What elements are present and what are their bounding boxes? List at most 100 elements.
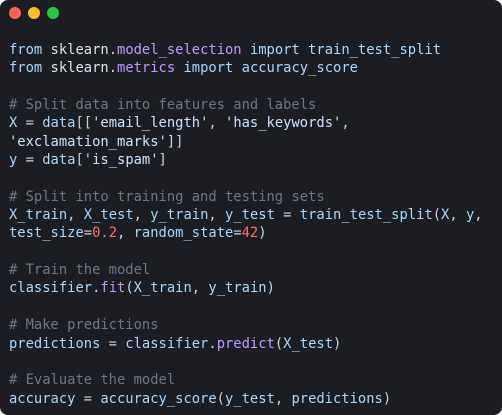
code-token: . — [108, 60, 118, 77]
code-token: = — [274, 207, 300, 224]
code-token: # Split into training and testing sets — [9, 188, 325, 205]
code-token: ]] — [166, 133, 184, 150]
code-token: predictions — [291, 390, 383, 407]
code-line: classifier.fit(X_train, y_train) — [9, 279, 497, 297]
code-line: from sklearn.metrics import accuracy_sco… — [9, 59, 497, 77]
code-token: X_test — [83, 207, 134, 224]
code-token: y_train — [208, 280, 267, 297]
code-token: [ — [75, 152, 84, 169]
code-token: X_train — [133, 280, 192, 297]
code-token: = — [17, 152, 43, 169]
code-token: 'has_keywords' — [225, 115, 342, 132]
code-token: = — [17, 115, 43, 132]
code-token: # Train the model — [9, 262, 151, 279]
code-token: , — [274, 390, 292, 407]
code-token: data — [42, 115, 76, 132]
code-token: accuracy_score — [100, 390, 217, 407]
code-token: sklearn — [50, 42, 109, 58]
code-token: classifier — [9, 280, 93, 297]
minimize-button[interactable] — [28, 7, 40, 19]
code-token: ( — [274, 335, 284, 352]
code-token: X_train — [9, 207, 68, 224]
code-token: ) — [333, 335, 342, 352]
code-token: y_train — [150, 207, 209, 224]
code-token: train_test_split — [308, 42, 441, 58]
code-token: fit — [100, 280, 126, 297]
code-token: , — [449, 207, 466, 224]
code-token: y_test — [225, 207, 275, 224]
code-token: from — [9, 60, 43, 77]
code-line: # Split into training and testing sets — [9, 188, 497, 206]
code-token: from — [9, 42, 43, 58]
code-token: , — [208, 115, 226, 132]
code-token: , — [117, 225, 134, 242]
code-line: # Evaluate the model — [9, 371, 497, 389]
code-token: ) — [258, 225, 267, 242]
code-token: predictions — [9, 335, 101, 352]
code-line: 'exclamation_marks']] — [9, 133, 497, 151]
code-token: test_size — [9, 225, 84, 242]
code-line: X = data[['email_length', 'has_keywords'… — [9, 114, 497, 132]
code-token: predict — [216, 335, 275, 352]
code-token: accuracy_score — [241, 60, 358, 77]
code-token: , — [341, 115, 350, 132]
code-token: y_test — [224, 390, 275, 407]
code-token: 0.2 — [92, 225, 117, 242]
code-line: # Make predictions — [9, 316, 497, 334]
code-token: , — [474, 207, 483, 224]
code-token: random_state — [133, 225, 234, 242]
code-line: test_size=0.2, random_state=42) — [9, 224, 497, 242]
code-token: . — [108, 42, 118, 58]
code-token: ( — [432, 207, 442, 224]
code-token: import — [183, 60, 234, 77]
code-token: . — [208, 335, 217, 352]
code-token: model_selection — [117, 42, 242, 58]
code-line: predictions = classifier.predict(X_test) — [9, 335, 497, 353]
code-line: # Split data into features and labels — [9, 96, 497, 114]
code-token: X_test — [283, 335, 333, 352]
code-token: ) — [382, 390, 392, 407]
code-token: train_test_split — [299, 207, 433, 224]
code-token: # Make predictions — [9, 317, 159, 334]
code-token: ] — [158, 152, 167, 169]
code-line: X_train, X_test, y_train, y_test = train… — [9, 206, 497, 224]
code-token: = — [75, 390, 101, 407]
code-token: , — [208, 207, 226, 224]
code-window: from sklearn.model_selection import trai… — [0, 0, 502, 415]
code-token: = — [100, 335, 126, 352]
maximize-button[interactable] — [47, 7, 59, 19]
code-token: 'exclamation_marks' — [9, 133, 167, 150]
code-token: 'email_length' — [92, 115, 209, 132]
code-token: 'is_spam' — [83, 152, 159, 169]
code-token: data — [42, 152, 76, 169]
code-line: y = data['is_spam'] — [9, 151, 497, 169]
close-button[interactable] — [9, 7, 21, 19]
code-line: accuracy = accuracy_score(y_test, predic… — [9, 390, 497, 408]
code-token: 42 — [241, 225, 259, 242]
code-token: classifier — [125, 335, 209, 352]
code-line: from sklearn.model_selection import trai… — [9, 41, 497, 59]
code-token: ) — [266, 280, 275, 297]
code-token: , — [67, 207, 84, 224]
code-token: = — [83, 225, 93, 242]
code-line: # Train the model — [9, 261, 497, 279]
code-token: , — [133, 207, 151, 224]
code-token: # Evaluate the model — [9, 372, 176, 389]
code-token: accuracy — [9, 390, 76, 407]
code-token: import — [249, 42, 300, 58]
code-token: metrics — [117, 60, 176, 77]
code-token: = — [233, 225, 242, 242]
title-bar — [0, 0, 502, 28]
code-token: [[ — [75, 115, 93, 132]
code-token: ( — [125, 280, 134, 297]
